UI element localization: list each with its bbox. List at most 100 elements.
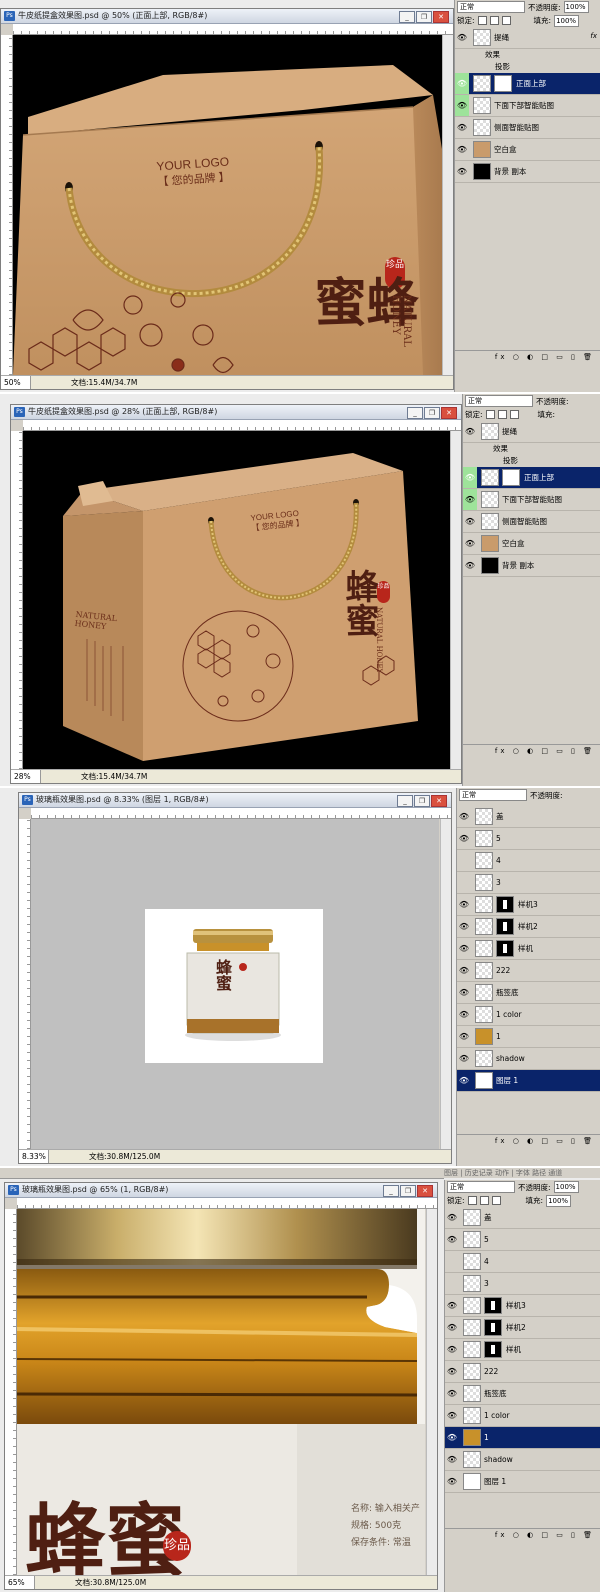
visibility-eye-icon[interactable]: 👁 xyxy=(457,944,471,953)
document-titlebar[interactable]: Ps 牛皮纸提盒效果图.psd @ 50% (正面上部, RGB/8#) _ ❐ … xyxy=(1,9,453,24)
canvas[interactable]: YOUR LOGO 【 您的品牌 】 蜂蜜 珍品 NATURAL HONEY N… xyxy=(23,431,451,769)
layer-row[interactable]: 👁 222 xyxy=(457,960,600,982)
layer-row[interactable]: 👁 图层 1 xyxy=(445,1471,600,1493)
layer-row[interactable]: 👁 盖 xyxy=(457,806,600,828)
visibility-eye-icon[interactable]: 👁 xyxy=(445,1411,459,1420)
horizontal-ruler[interactable] xyxy=(23,420,461,431)
layer-row[interactable]: 👁 正面上部 xyxy=(463,467,600,489)
layers-panel-toolbar[interactable]: fx ○ ◐ □ ▭ ▯ 🗑 xyxy=(445,1528,600,1541)
layer-row[interactable]: 👁 背景 副本 xyxy=(455,161,600,183)
vertical-scrollbar[interactable] xyxy=(450,431,461,769)
zoom-field[interactable]: 8.33% xyxy=(19,1150,49,1163)
vertical-scrollbar[interactable] xyxy=(442,35,453,375)
layer-row[interactable]: 👁 1 xyxy=(445,1427,600,1449)
vertical-ruler[interactable] xyxy=(19,819,31,1149)
vertical-ruler[interactable] xyxy=(11,431,23,769)
layer-row[interactable]: 👁 背景 副本 xyxy=(463,555,600,577)
visibility-eye-icon[interactable]: 👁 xyxy=(455,95,469,116)
minimize-button[interactable]: _ xyxy=(399,11,415,23)
visibility-eye-icon[interactable]: 👁 xyxy=(445,1213,459,1222)
layer-row[interactable]: 4 xyxy=(457,850,600,872)
layer-row[interactable]: 👁 正面上部 xyxy=(455,73,600,95)
visibility-eye-icon[interactable]: 👁 xyxy=(457,1054,471,1063)
layer-row[interactable]: 4 xyxy=(445,1251,600,1273)
layer-mask-thumbnail[interactable] xyxy=(484,1297,502,1314)
blend-mode-select[interactable]: 正常 xyxy=(447,1181,515,1193)
layer-row[interactable]: 👁 5 xyxy=(445,1229,600,1251)
layer-row[interactable]: 👁 盖 xyxy=(445,1207,600,1229)
close-button[interactable]: ✕ xyxy=(431,795,447,807)
document-titlebar[interactable]: Ps 玻璃瓶效果图.psd @ 8.33% (图层 1, RGB/8#) _ ❐ … xyxy=(19,793,451,808)
lock-transparency-toggle[interactable] xyxy=(485,410,495,419)
lock-position-toggle[interactable] xyxy=(509,410,519,419)
horizontal-ruler[interactable] xyxy=(13,24,453,35)
opacity-input[interactable]: 100% xyxy=(563,1,589,13)
layer-row[interactable]: 👁 1 xyxy=(457,1026,600,1048)
layer-mask-thumbnail[interactable] xyxy=(496,918,514,935)
layer-row[interactable]: 👁 下面下部智能贴图 xyxy=(455,95,600,117)
layer-row[interactable]: 👁 空白盒 xyxy=(463,533,600,555)
layer-row[interactable]: 👁 瓶签底 xyxy=(445,1383,600,1405)
drop-shadow-row[interactable]: 投影 xyxy=(463,455,600,467)
close-button[interactable]: ✕ xyxy=(441,407,457,419)
visibility-eye-icon[interactable]: 👁 xyxy=(457,922,471,931)
layer-row[interactable]: 👁 样机2 xyxy=(457,916,600,938)
blend-mode-select[interactable]: 正常 xyxy=(465,395,533,407)
minimize-button[interactable]: _ xyxy=(407,407,423,419)
visibility-eye-icon[interactable]: 👁 xyxy=(455,167,469,176)
lock-pixels-toggle[interactable] xyxy=(497,410,507,419)
visibility-eye-icon[interactable]: 👁 xyxy=(445,1367,459,1376)
lock-position-toggle[interactable] xyxy=(491,1196,501,1205)
fill-input[interactable]: 100% xyxy=(546,1194,572,1207)
visibility-eye-icon[interactable]: 👁 xyxy=(457,966,471,975)
layer-mask-thumbnail[interactable] xyxy=(494,75,512,92)
visibility-eye-icon[interactable]: 👁 xyxy=(457,1032,471,1041)
visibility-eye-icon[interactable]: 👁 xyxy=(455,73,469,94)
layer-mask-thumbnail[interactable] xyxy=(484,1341,502,1358)
layer-row[interactable]: 3 xyxy=(445,1273,600,1295)
layers-panel-toolbar[interactable]: fx ○ ◐ □ ▭ ▯ 🗑 xyxy=(455,350,600,363)
effects-row[interactable]: 效果 xyxy=(463,443,600,455)
layers-panel-toolbar[interactable]: fx ○ ◐ □ ▭ ▯ 🗑 xyxy=(463,744,600,757)
restore-button[interactable]: ❐ xyxy=(414,795,430,807)
visibility-eye-icon[interactable]: 👁 xyxy=(455,145,469,154)
canvas[interactable]: 蜂蜜 xyxy=(31,819,439,1149)
visibility-eye-icon[interactable]: 👁 xyxy=(445,1477,459,1486)
visibility-eye-icon[interactable]: 👁 xyxy=(457,988,471,997)
layer-row[interactable]: 👁 1 color xyxy=(457,1004,600,1026)
visibility-eye-icon[interactable]: 👁 xyxy=(457,812,471,821)
horizontal-ruler[interactable] xyxy=(17,1198,437,1209)
layer-row[interactable]: 👁 shadow xyxy=(445,1449,600,1471)
layer-row[interactable]: 👁 提绳 fx xyxy=(455,27,600,49)
visibility-eye-icon[interactable]: 👁 xyxy=(463,467,477,488)
visibility-eye-icon[interactable]: 👁 xyxy=(463,489,477,510)
minimize-button[interactable]: _ xyxy=(397,795,413,807)
lock-pixels-toggle[interactable] xyxy=(479,1196,489,1205)
layer-row[interactable]: 👁 侧面智能贴图 xyxy=(463,511,600,533)
visibility-eye-icon[interactable]: 👁 xyxy=(445,1323,459,1332)
layer-row[interactable]: 3 xyxy=(457,872,600,894)
zoom-field[interactable]: 50% xyxy=(1,376,31,389)
lock-pixels-toggle[interactable] xyxy=(489,16,499,25)
layer-mask-thumbnail[interactable] xyxy=(496,940,514,957)
lock-transparency-toggle[interactable] xyxy=(477,16,487,25)
visibility-eye-icon[interactable]: 👁 xyxy=(457,1076,471,1085)
layer-row[interactable]: 👁 样机 xyxy=(445,1339,600,1361)
fill-input[interactable]: 100% xyxy=(554,14,580,27)
visibility-eye-icon[interactable]: 👁 xyxy=(455,33,469,42)
document-titlebar[interactable]: Ps 牛皮纸提盒效果图.psd @ 28% (正面上部, RGB/8#) _ ❐ … xyxy=(11,405,461,420)
visibility-eye-icon[interactable]: 👁 xyxy=(457,834,471,843)
visibility-eye-icon[interactable]: 👁 xyxy=(457,1010,471,1019)
layer-row[interactable]: 👁 提绳 xyxy=(463,421,600,443)
restore-button[interactable]: ❐ xyxy=(424,407,440,419)
lock-position-toggle[interactable] xyxy=(501,16,511,25)
layer-row[interactable]: 👁 空白盒 xyxy=(455,139,600,161)
vertical-ruler[interactable] xyxy=(5,1209,17,1575)
canvas[interactable]: 蜂蜜 珍品 名称: 输入相关产 规格: 500克 保存条件: 常温 xyxy=(17,1209,425,1575)
drop-shadow-row[interactable]: 投影 xyxy=(455,61,600,73)
blend-mode-select[interactable]: 正常 xyxy=(459,789,527,801)
zoom-field[interactable]: 65% xyxy=(5,1576,35,1589)
visibility-eye-icon[interactable]: 👁 xyxy=(445,1389,459,1398)
visibility-eye-icon[interactable]: 👁 xyxy=(455,123,469,132)
restore-button[interactable]: ❐ xyxy=(416,11,432,23)
